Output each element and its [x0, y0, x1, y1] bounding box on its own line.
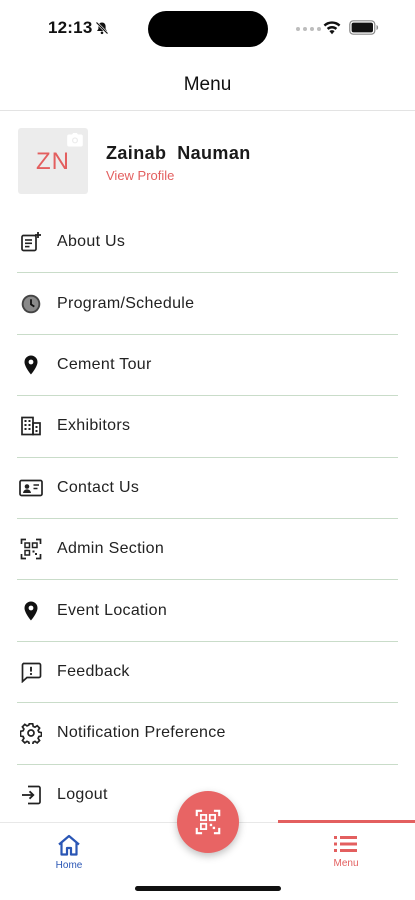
menu-item-label: Contact Us: [57, 478, 140, 496]
signal-dots-icon: [296, 27, 321, 31]
menu-item-feedback[interactable]: Feedback: [17, 642, 398, 704]
menu-item-contact-us[interactable]: Contact Us: [17, 458, 398, 519]
menu-item-label: About Us: [57, 233, 126, 251]
profile-card[interactable]: ZN Zainab Nauman View Profile: [18, 128, 398, 196]
menu-item-program-schedule[interactable]: Program/Schedule: [17, 273, 398, 335]
menu-item-label: Cement Tour: [57, 355, 152, 373]
profile-name: Zainab Nauman: [106, 143, 251, 163]
dynamic-island: [148, 11, 268, 47]
home-indicator: [135, 886, 281, 891]
menu-item-label: Exhibitors: [57, 417, 131, 435]
page-title: Menu: [183, 74, 232, 95]
bell-slash-icon: [95, 21, 109, 35]
building-icon: [19, 414, 43, 438]
menu-item-label: Notification Preference: [57, 724, 226, 742]
tab-menu[interactable]: Menu: [306, 833, 386, 869]
home-icon: [58, 834, 80, 856]
feedback-icon: [19, 660, 43, 684]
menu-item-exhibitors[interactable]: Exhibitors: [17, 396, 398, 458]
avatar-initials: ZN: [36, 148, 70, 175]
status-time: 12:13: [48, 18, 93, 37]
menu-item-cement-tour[interactable]: Cement Tour: [17, 335, 398, 397]
menu-item-about-us[interactable]: About Us: [17, 212, 398, 274]
contact-card-icon: [19, 476, 43, 500]
menu-item-label: Admin Section: [57, 540, 165, 558]
battery-icon: [349, 20, 379, 35]
view-profile-link[interactable]: View Profile: [106, 168, 174, 183]
active-tab-indicator: [278, 820, 415, 823]
menu-item-notification-preference[interactable]: Notification Preference: [17, 703, 398, 765]
menu-item-admin-section[interactable]: Admin Section: [17, 519, 398, 581]
clock-icon: [19, 292, 43, 316]
list-menu-icon: [334, 836, 357, 852]
camera-icon[interactable]: [66, 132, 84, 148]
tab-home[interactable]: Home: [29, 833, 109, 871]
tab-menu-label: Menu: [333, 858, 359, 869]
qr-scan-icon: [19, 537, 43, 561]
avatar[interactable]: ZN: [18, 128, 88, 194]
menu-item-label: Event Location: [57, 601, 168, 619]
app-header: Menu: [0, 58, 415, 111]
qr-scan-button[interactable]: [177, 791, 239, 853]
menu-list: About Us Program/Schedule Cement Tour Ex…: [17, 212, 398, 826]
location-pin-icon: [19, 599, 43, 623]
tab-home-label: Home: [55, 860, 83, 871]
logout-icon: [19, 783, 43, 807]
status-bar: 12:13: [0, 0, 415, 58]
menu-item-label: Feedback: [57, 662, 130, 680]
qr-scan-icon: [195, 809, 221, 835]
about-document-icon: [19, 230, 43, 254]
gear-icon: [19, 721, 43, 745]
menu-item-label: Program/Schedule: [57, 294, 195, 312]
wifi-icon: [323, 21, 341, 35]
menu-item-label: Logout: [57, 786, 108, 804]
menu-item-event-location[interactable]: Event Location: [17, 580, 398, 642]
location-pin-icon: [19, 353, 43, 377]
